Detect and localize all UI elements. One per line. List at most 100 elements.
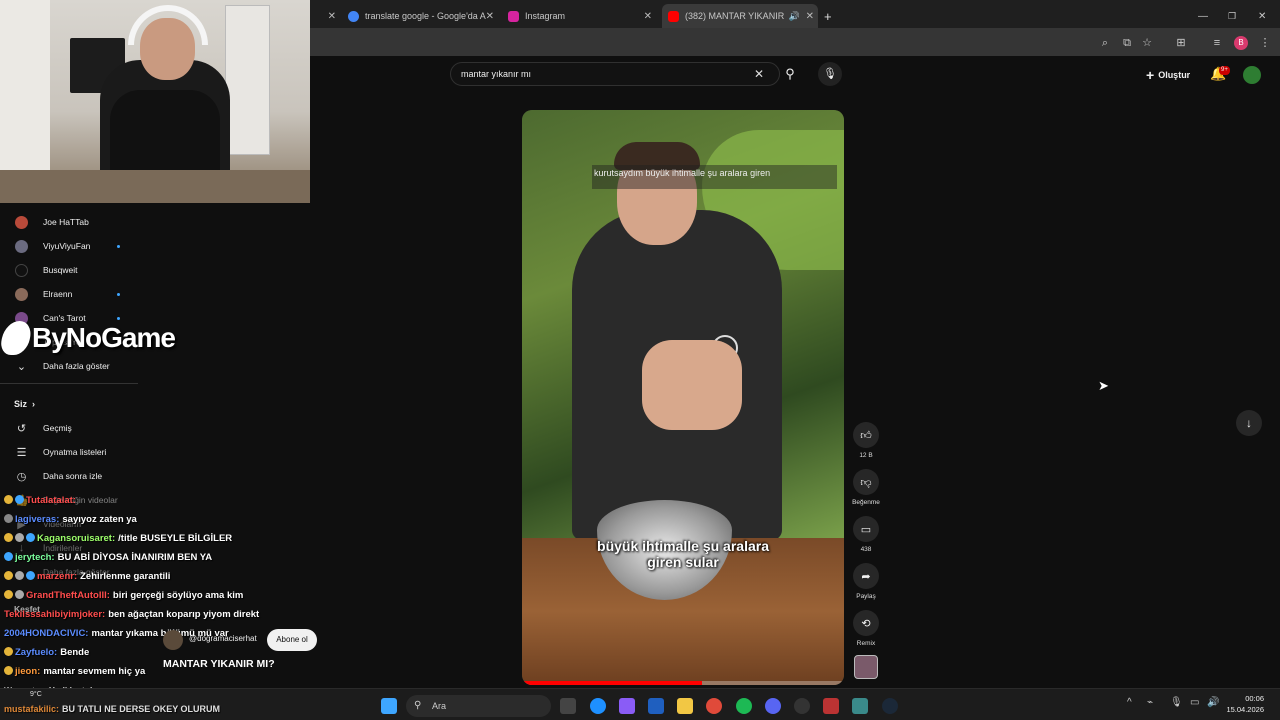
close-icon[interactable]: ✕	[644, 11, 652, 22]
remix-icon: ⟲	[853, 610, 879, 636]
search-placeholder: Ara	[432, 701, 447, 711]
playlist-icon: ☰	[16, 446, 27, 459]
progress-bar[interactable]	[522, 681, 844, 685]
comments-count: 438	[860, 546, 872, 553]
chrome-icon[interactable]	[706, 698, 722, 714]
badge-icon	[4, 666, 13, 675]
chevron-down-icon: ⌄	[16, 360, 27, 373]
microphone-tray-icon[interactable]: 🎙	[1170, 697, 1183, 708]
spotify-icon[interactable]	[736, 698, 752, 714]
volume-icon[interactable]: 🔊	[1207, 697, 1219, 708]
tab-youtube-active[interactable]: (382) MANTAR YIKANIR MI 🔊 ✕	[662, 4, 818, 28]
search-input[interactable]: mantar yıkanır mı ✕	[450, 62, 780, 86]
sidebar-item-elraenn[interactable]: Elraenn	[0, 283, 140, 305]
clock-date: 15.04.2026	[1226, 705, 1264, 714]
bynogame-logo: ByNoGame	[0, 318, 176, 358]
file-explorer-icon[interactable]	[677, 698, 693, 714]
discord-icon[interactable]	[765, 698, 781, 714]
search-icon[interactable]: ⚲	[780, 62, 800, 86]
tab-instagram[interactable]: Instagram ✕	[508, 4, 656, 28]
remix-label: Remix	[856, 640, 876, 647]
badge-icon	[15, 495, 24, 504]
bookmark-star-icon[interactable]: ☆	[1140, 36, 1154, 50]
sidebar-item-playlists[interactable]: ☰ Oynatma listeleri	[0, 441, 140, 463]
badge-icon	[26, 571, 35, 580]
profile-avatar[interactable]: B	[1234, 36, 1248, 50]
store-icon[interactable]	[648, 698, 664, 714]
extensions-icon[interactable]: ⊞	[1174, 36, 1188, 50]
next-video-arrow-icon[interactable]: ↓	[1236, 410, 1262, 436]
app-icon[interactable]	[823, 698, 839, 714]
badge-icon	[4, 571, 13, 580]
subscribe-button[interactable]: Abone ol	[267, 629, 317, 651]
sidebar-item-joe-hattab[interactable]: Joe HaTTab	[0, 211, 140, 233]
shorts-video-player[interactable]: kurutsaydım büyük ihtimalle şu aralara g…	[522, 110, 844, 685]
tray-chevron-icon[interactable]: ^	[1127, 697, 1132, 708]
like-count: 12 B	[859, 452, 873, 459]
chat-username: GrandTheftAutoIII:	[26, 590, 110, 601]
thumb-down-icon: 👎︎	[853, 469, 879, 495]
badge-icon	[4, 552, 13, 561]
minimize-icon[interactable]: —	[1198, 4, 1210, 28]
close-icon[interactable]: ✕	[486, 11, 494, 22]
chat-text: Bende	[60, 647, 90, 658]
audio-thumbnail[interactable]	[854, 655, 878, 679]
share-button[interactable]: ➦ Paylaş	[852, 563, 880, 600]
close-icon[interactable]: ✕	[328, 11, 336, 22]
window-close-icon[interactable]: ✕	[1258, 4, 1270, 28]
search-value: mantar yıkanır mı	[461, 69, 532, 79]
zoom-icon[interactable]: ⌕	[1098, 36, 1112, 50]
clock[interactable]: 00:06 15.04.2026	[1222, 693, 1264, 715]
sidebar-item-label: Joe HaTTab	[43, 217, 89, 227]
close-icon[interactable]: ✕	[806, 11, 814, 22]
comments-button[interactable]: ▭ 438	[852, 516, 880, 553]
chat-message: Kagansoruisaret:/title BUSEYLE BİLGİLER	[4, 533, 232, 544]
tab-collapsed[interactable]: ✕	[320, 4, 340, 28]
sidebar-item-busqweit[interactable]: Busqweit	[0, 259, 140, 281]
like-button[interactable]: 👍︎ 12 B	[852, 422, 880, 459]
display-icon[interactable]: ▭	[1190, 697, 1199, 708]
media-icon[interactable]: ≡	[1210, 36, 1224, 50]
chat-text: BU TATLI NE DERSE OKEY OLURUM	[62, 704, 221, 714]
sidebar-item-watch-later[interactable]: ◷ Daha sonra izle	[0, 465, 140, 487]
network-icon[interactable]: ⌁	[1147, 697, 1153, 708]
edge-icon[interactable]	[590, 698, 606, 714]
subtitle-line: giren sular	[647, 554, 719, 570]
new-tab-button[interactable]: +	[824, 4, 840, 28]
create-button[interactable]: + Oluştur	[1146, 66, 1190, 84]
cast-icon[interactable]: ⧉	[1120, 36, 1134, 50]
live-dot	[117, 244, 120, 248]
video-subtitle: büyük ihtimalle şu aralara giren sular	[522, 538, 844, 570]
tab-label: (382) MANTAR YIKANIR MI	[685, 11, 785, 21]
you-section-header[interactable]: Siz ›	[0, 393, 140, 415]
sidebar-item-history[interactable]: ↺ Geçmiş	[0, 417, 140, 439]
microphone-icon[interactable]: 🎙	[818, 62, 842, 86]
clear-search-icon[interactable]: ✕	[754, 63, 764, 85]
tab-google-translate[interactable]: translate google - Google'da A ✕	[348, 4, 498, 28]
obs-icon[interactable]	[794, 698, 810, 714]
sidebar-item-viyuviyufan[interactable]: ViyuViyuFan	[0, 235, 140, 257]
chevron-right-icon: ›	[32, 399, 36, 409]
remix-button[interactable]: ⟲ Remix	[852, 610, 880, 647]
windows-start-icon[interactable]	[381, 698, 397, 714]
more-menu-icon[interactable]: ⋮	[1258, 36, 1272, 50]
taskbar-search-input[interactable]: ⚲ Ara	[406, 695, 551, 717]
chat-username: marzenr:	[37, 571, 78, 582]
chat-message: jieon: mantar sevmem hiç ya	[4, 666, 145, 677]
restore-icon[interactable]: ❐	[1228, 4, 1240, 28]
steam-icon[interactable]	[882, 698, 898, 714]
chat-text: mantar sevmem hiç ya	[43, 666, 146, 677]
dislike-button[interactable]: 👎︎ Beğenme	[852, 469, 880, 506]
task-view-icon[interactable]	[560, 698, 576, 714]
account-avatar[interactable]	[1243, 66, 1261, 84]
channel-handle[interactable]: @dogramaciserhat	[189, 634, 257, 643]
channel-avatar[interactable]	[163, 630, 183, 650]
copilot-icon[interactable]	[619, 698, 635, 714]
comment-icon: ▭	[853, 516, 879, 542]
settings-icon[interactable]	[852, 698, 868, 714]
history-icon: ↺	[16, 422, 27, 435]
speaker-icon[interactable]: 🔊	[789, 11, 800, 22]
avatar	[15, 239, 28, 253]
show-more-button[interactable]: ⌄ Daha fazla göster	[0, 355, 140, 377]
weather-text: 9°C	[30, 691, 42, 698]
